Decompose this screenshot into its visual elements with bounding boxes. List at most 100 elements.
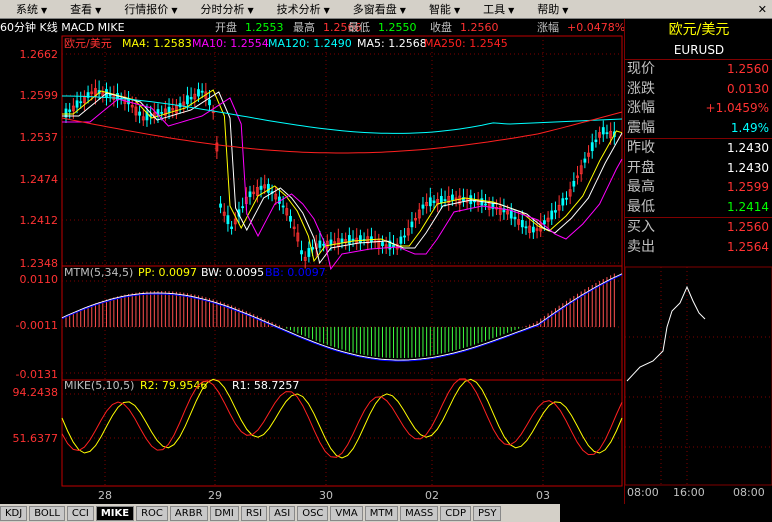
quote-label: 现价	[627, 61, 655, 77]
mtm-legend: MTM(5,34,5)	[64, 266, 133, 279]
candle-body	[428, 197, 432, 207]
main-legend-name: 欧元/美元	[64, 37, 112, 50]
candle-body	[601, 127, 605, 135]
tab-kdj[interactable]: KDJ	[0, 505, 28, 521]
chevron-down-icon: ▼	[95, 6, 102, 15]
candle-body	[226, 215, 230, 225]
panel-title: 欧元/美元	[668, 22, 730, 38]
chevron-down-icon: ▼	[171, 6, 178, 15]
candle-body	[167, 106, 171, 113]
price-axis-label: 1.2599	[20, 89, 59, 102]
time-axis-label: 29	[208, 489, 222, 502]
menu-0[interactable]: 系统 ▼	[0, 1, 54, 17]
tab-psy[interactable]: PSY	[472, 505, 502, 521]
quote-value: 1.2560	[727, 220, 769, 234]
price-axis-label: 1.2412	[20, 214, 59, 227]
quote-value: 1.2430	[727, 141, 769, 155]
candle-body	[79, 101, 83, 104]
change-label: 涨幅	[537, 21, 559, 34]
tab-dmi[interactable]: DMI	[209, 505, 239, 521]
quote-row: 涨跌 0.0130	[625, 80, 772, 100]
candle-body	[322, 243, 326, 246]
mike-legend: R2: 79.9546	[140, 379, 207, 392]
candle-body	[329, 239, 333, 246]
menu-8[interactable]: 帮助 ▼	[521, 1, 575, 17]
tab-vma[interactable]: VMA	[330, 505, 363, 521]
quote-row: 开盘 1.2430	[625, 159, 772, 179]
candle-body	[68, 109, 72, 112]
price-axis-label: 1.2537	[20, 131, 59, 144]
menu-bar: 系统 ▼ 查看 ▼ 行情报价 ▼ 分时分析 ▼ 技术分析 ▼ 多窗看盘 ▼ 智能 ▼ 工具 ▼ 帮助 ▼ ✕	[0, 0, 772, 19]
tab-mike[interactable]: MIKE	[95, 505, 135, 521]
candle-body	[484, 203, 487, 206]
tab-roc[interactable]: ROC	[136, 505, 168, 521]
tab-cci[interactable]: CCI	[66, 505, 94, 521]
tab-mtm[interactable]: MTM	[364, 505, 399, 521]
tab-arbr[interactable]: ARBR	[169, 505, 208, 521]
change-value: +0.0478%	[567, 21, 624, 34]
tab-asi[interactable]: ASI	[269, 505, 296, 521]
quote-label: 最低	[627, 198, 655, 215]
time-axis-label: 03	[536, 489, 550, 502]
mini-time-label: 08:00	[627, 486, 659, 497]
mtm-axis-label: -0.0011	[16, 319, 58, 332]
ma-legend: MA4: 1.2583	[122, 37, 192, 50]
quote-label: 买入	[627, 219, 655, 235]
candle-body	[439, 195, 443, 204]
candle-body	[561, 198, 565, 206]
quote-label: 开盘	[627, 159, 655, 176]
open-label: 开盘	[215, 20, 237, 34]
mike-axis-label: 94.2438	[13, 386, 59, 399]
candle-body	[432, 200, 436, 203]
candle-body	[590, 142, 594, 152]
candle-body	[160, 112, 164, 114]
candle-body	[543, 220, 546, 225]
quote-value: 1.2599	[727, 180, 769, 194]
mtm-axis-label: 0.0110	[20, 273, 59, 286]
tab-rsi[interactable]: RSI	[240, 505, 268, 521]
mike-axis-label: 51.6377	[13, 432, 59, 445]
tab-cdp[interactable]: CDP	[440, 505, 471, 521]
tab-boll[interactable]: BOLL	[29, 505, 65, 521]
quote-row: 最低 1.2414	[625, 198, 772, 218]
quote-row: 买入 1.2560	[625, 217, 772, 238]
chevron-down-icon: ▼	[323, 6, 330, 15]
menu-1[interactable]: 查看 ▼	[54, 1, 108, 17]
candle-body	[410, 221, 414, 228]
mtm-legend: PP: 0.0097	[138, 266, 197, 279]
close-value: 1.2560	[460, 21, 499, 34]
mike-legend: R1: 58.7257	[232, 379, 299, 392]
chart-title: 60分钟 K线 MACD MIKE	[0, 20, 125, 34]
menu-4[interactable]: 技术分析 ▼	[261, 1, 337, 17]
quote-label: 涨幅	[627, 100, 655, 116]
mini-time-label: 08:00	[733, 486, 765, 497]
quote-value: 1.2564	[727, 239, 769, 254]
menu-6[interactable]: 智能 ▼	[413, 1, 467, 17]
tab-osc[interactable]: OSC	[297, 505, 329, 521]
candle-body	[531, 226, 535, 233]
quote-value: 1.49%	[730, 120, 769, 135]
menu-2[interactable]: 行情报价 ▼	[108, 1, 184, 17]
tab-mass[interactable]: MASS	[400, 505, 439, 521]
candle-body	[189, 97, 193, 100]
low-value: 1.2550	[378, 21, 417, 34]
candle-body	[340, 238, 344, 243]
quote-value: 1.2430	[727, 160, 769, 175]
chart-area[interactable]: 60分钟 K线 MACD MIKE 开盘 1.2553 最高 1.2566最低 1.255…	[0, 18, 624, 504]
close-icon[interactable]: ✕	[753, 3, 772, 16]
time-axis-label: 02	[425, 489, 439, 502]
menu-3[interactable]: 分时分析 ▼	[184, 1, 260, 17]
candles	[64, 79, 616, 269]
candle-body	[230, 226, 234, 229]
candle-body	[358, 235, 362, 243]
intraday-mini-chart[interactable]: 08:00 16:00 08:00	[624, 257, 772, 499]
candle-body	[605, 132, 609, 135]
menu-7[interactable]: 工具 ▼	[467, 1, 521, 17]
indicator-tabbar: KDJ BOLL CCI MIKE ROC ARBR DMI RSI ASI OSC VMA MTM M…	[0, 504, 560, 522]
pane-frame	[61, 265, 623, 381]
candle-body	[197, 89, 200, 97]
high-label: 最高	[293, 20, 315, 34]
candle-body	[381, 242, 384, 247]
candle-body	[259, 185, 263, 190]
menu-5[interactable]: 多窗看盘 ▼	[337, 1, 413, 17]
